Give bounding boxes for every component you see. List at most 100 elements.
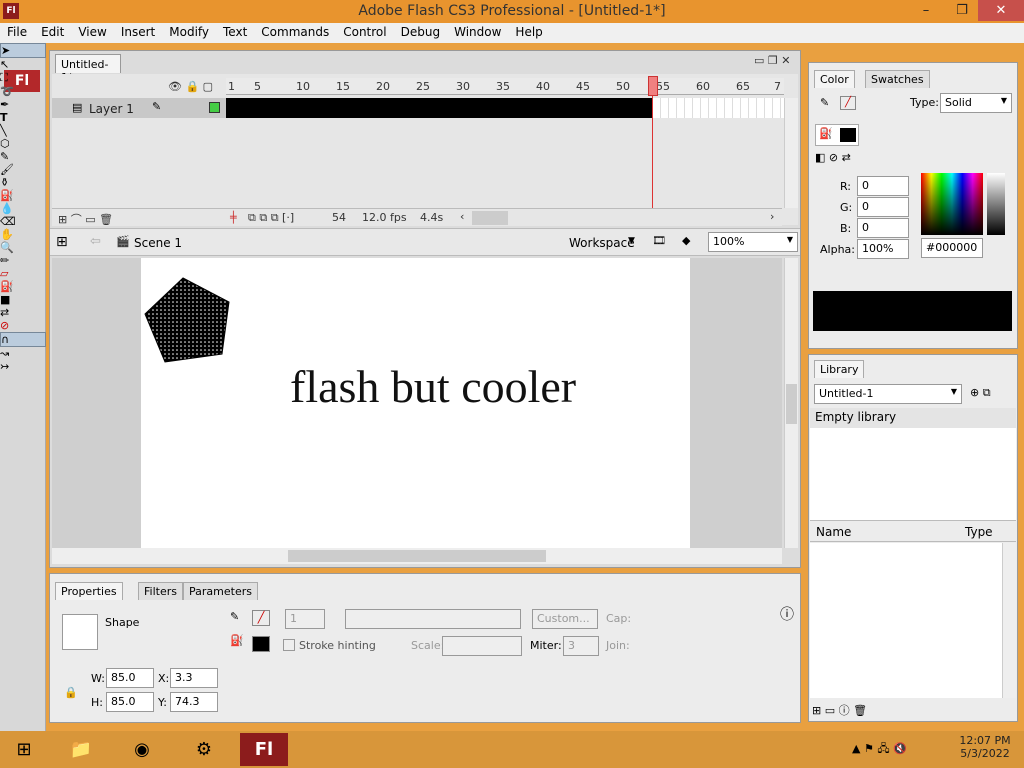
lasso-tool-icon[interactable]: ➰ — [0, 85, 46, 98]
chrome-icon[interactable]: ◉ — [118, 733, 166, 766]
ink-bottle-tool-icon[interactable]: ⚱ — [0, 176, 46, 189]
fill-swatch[interactable] — [840, 128, 856, 142]
default-colors-icon[interactable]: ◧ ⊘ ⇄ — [815, 151, 851, 164]
timeline-toggle-icon[interactable]: ⊞ — [56, 234, 68, 250]
type-select[interactable]: Solid ▼ — [940, 93, 1012, 113]
stage-vscroll-thumb[interactable] — [786, 384, 797, 424]
layer-row[interactable]: ▤ Layer 1 ✎ — [52, 98, 226, 118]
menu-edit[interactable]: Edit — [34, 23, 71, 39]
add-layer-icon[interactable]: ⊞ ⌒ ▭ 🗑 — [58, 211, 113, 227]
tab-library[interactable]: Library — [814, 360, 865, 378]
library-vscroll[interactable] — [1002, 543, 1016, 698]
pencil-tool-icon[interactable]: ✎ — [0, 150, 46, 163]
menu-modify[interactable]: Modify — [162, 23, 216, 39]
scale-select[interactable] — [442, 636, 522, 656]
eyedropper-tool-icon[interactable]: 💧 — [0, 202, 46, 215]
straighten-icon[interactable]: ↣ — [0, 360, 46, 373]
brightness-slider[interactable] — [987, 173, 1005, 235]
swap-colors-icon[interactable]: ⇄ — [0, 306, 46, 319]
stage-text[interactable]: flash but cooler — [290, 360, 650, 413]
hex-field[interactable]: #000000 — [921, 238, 983, 258]
menu-debug[interactable]: Debug — [394, 23, 447, 39]
menu-text[interactable]: Text — [216, 23, 254, 39]
eye-lock-outline-icons[interactable]: 👁 🔒 ▢ — [168, 80, 213, 93]
menu-help[interactable]: Help — [508, 23, 549, 39]
paint-bucket-tool-icon[interactable]: ⛽ — [0, 189, 46, 202]
fill-swatch[interactable] — [252, 636, 270, 652]
layer-color-icon[interactable] — [209, 102, 220, 113]
windows-start-icon[interactable]: ⊞ — [0, 733, 48, 766]
tray-icons[interactable]: ▲ ⚑ 🖧 🔇 — [852, 740, 907, 759]
layer-name[interactable]: Layer 1 — [89, 102, 134, 116]
no-color-icon[interactable]: ⊘ — [0, 319, 46, 332]
document-tab[interactable]: Untitled-1* — [55, 54, 121, 84]
stroke-hinting-checkbox[interactable] — [283, 639, 295, 651]
red-field[interactable]: 0 — [857, 176, 909, 196]
fill-bucket-icon[interactable]: ⛽ — [0, 280, 46, 293]
ubuntu-icon[interactable]: ⚙ — [180, 733, 228, 766]
stage-hscroll-thumb[interactable] — [288, 550, 546, 562]
workspace-menu[interactable]: Workspace — [569, 236, 635, 250]
library-list[interactable] — [810, 543, 1002, 698]
scroll-right-icon[interactable]: › — [770, 210, 774, 223]
scroll-left-icon[interactable]: ‹ — [460, 210, 464, 223]
edit-symbols-icon[interactable]: ◆ — [682, 234, 690, 247]
menu-insert[interactable]: Insert — [114, 23, 162, 39]
new-symbol-icon[interactable]: ⊞ ▭ ⓘ 🗑 — [812, 702, 867, 718]
brush-tool-icon[interactable]: 🖌 — [0, 163, 46, 176]
stroke-style-select[interactable] — [345, 609, 521, 629]
tab-properties[interactable]: Properties — [55, 582, 123, 600]
menu-window[interactable]: Window — [447, 23, 508, 39]
color-spectrum[interactable] — [921, 173, 983, 235]
fill-color-swatch[interactable]: ■ — [0, 293, 46, 306]
timeline-hscroll-thumb[interactable] — [472, 211, 508, 225]
menu-control[interactable]: Control — [336, 23, 393, 39]
stroke-swatch[interactable]: ╱ — [252, 610, 270, 626]
snap-magnet-icon[interactable]: ∩ — [0, 332, 46, 347]
menu-file[interactable]: File — [0, 23, 34, 39]
chevron-down-icon[interactable]: ▼ — [628, 236, 635, 246]
stroke-swatch[interactable]: ╱ — [840, 96, 856, 110]
menu-view[interactable]: View — [71, 23, 113, 39]
hand-tool-icon[interactable]: ✋ — [0, 228, 46, 241]
stroke-color-icon[interactable]: ✏ — [0, 254, 46, 267]
keyframes-span[interactable] — [226, 98, 653, 118]
zoom-tool-icon[interactable]: 🔍 — [0, 241, 46, 254]
y-field[interactable]: 74.3 — [170, 692, 218, 712]
pentagon-shape[interactable] — [143, 276, 233, 366]
selection-tool-icon[interactable]: ➤ — [0, 43, 46, 58]
empty-frames[interactable] — [653, 98, 785, 118]
miter-field[interactable]: 3 — [563, 636, 599, 656]
clock[interactable]: 12:07 PM 5/3/2022 — [950, 734, 1020, 760]
tab-parameters[interactable]: Parameters — [183, 582, 258, 600]
blue-field[interactable]: 0 — [857, 218, 909, 238]
column-type[interactable]: Type — [965, 525, 993, 539]
pin-library-icon[interactable]: ⊕ ⧉ — [970, 386, 991, 400]
custom-button[interactable]: Custom... — [532, 609, 598, 629]
help-icon[interactable]: ⓘ — [780, 604, 794, 624]
back-arrow-icon[interactable]: ⇦ — [90, 234, 101, 249]
tab-color[interactable]: Color — [814, 70, 855, 88]
zoom-select[interactable]: 100% ▼ — [708, 232, 798, 252]
restore-button[interactable]: ❐ — [946, 0, 978, 21]
width-field[interactable]: 85.0 — [106, 668, 154, 688]
edit-scene-icon[interactable]: 🎞 — [652, 234, 666, 247]
stroke-width-field[interactable]: 1 — [285, 609, 325, 629]
smooth-icon[interactable]: ↝ — [0, 347, 46, 360]
free-transform-tool-icon[interactable]: ⛶ — [0, 71, 46, 85]
tab-filters[interactable]: Filters — [138, 582, 183, 600]
text-tool-icon[interactable]: T — [0, 111, 46, 124]
minimize-button[interactable]: – — [910, 0, 942, 21]
stage-vscroll[interactable] — [784, 258, 798, 548]
stage-hscroll[interactable] — [52, 548, 782, 564]
stroke-color-swatch[interactable]: ▱ — [0, 267, 46, 280]
scene-name[interactable]: Scene 1 — [134, 236, 182, 250]
subselection-tool-icon[interactable]: ↖ — [0, 58, 46, 71]
doc-window-controls-icon[interactable]: ▭ ❐ ✕ — [754, 54, 790, 67]
polystar-tool-icon[interactable]: ⬡ — [0, 137, 46, 150]
eraser-tool-icon[interactable]: ⌫ — [0, 215, 46, 228]
menu-commands[interactable]: Commands — [254, 23, 336, 39]
pen-tool-icon[interactable]: ✒ — [0, 98, 46, 111]
green-field[interactable]: 0 — [857, 197, 909, 217]
library-document-select[interactable]: Untitled-1 ▼ — [814, 384, 962, 404]
